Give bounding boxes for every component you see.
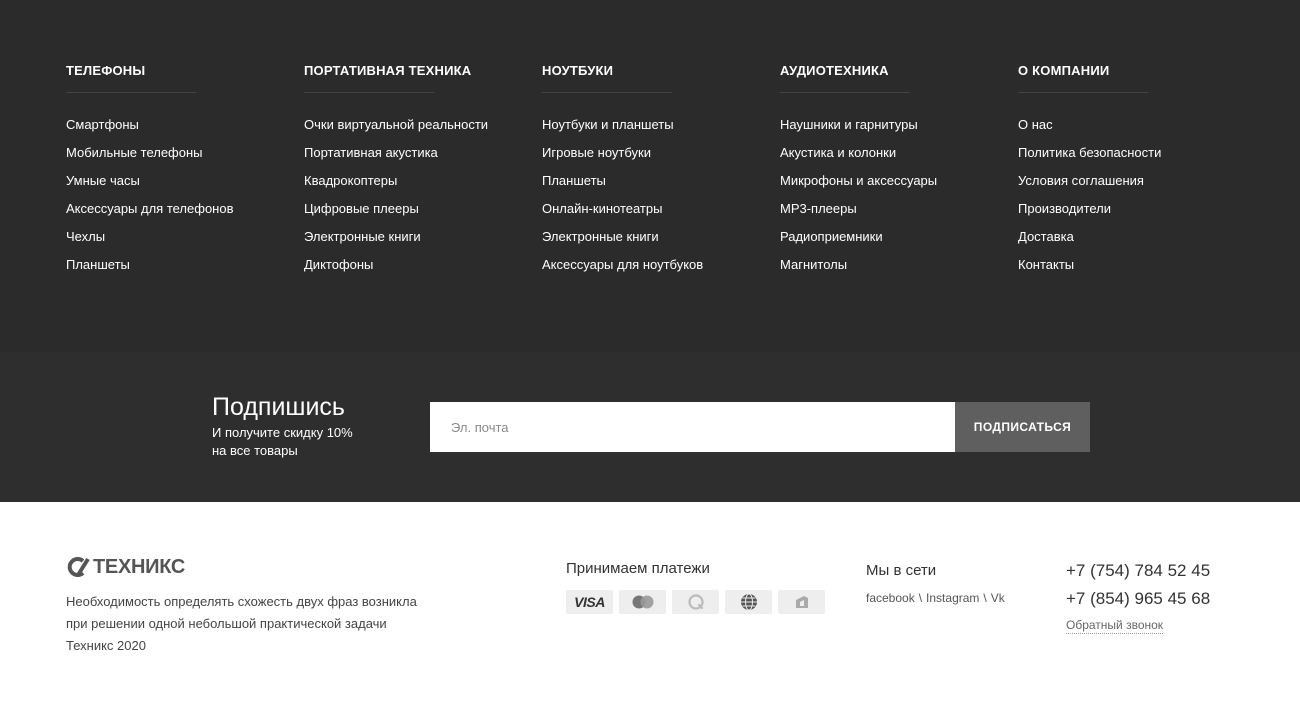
menu-link[interactable]: Планшеты [66, 251, 296, 279]
phone-number[interactable]: +7 (754) 784 52 45 [1066, 561, 1210, 581]
menu-link[interactable]: Онлайн-кинотеатры [542, 195, 772, 223]
menu-link[interactable]: Политика безопасности [1018, 139, 1248, 167]
subscribe-text-line: И получите скидку 10% [212, 425, 353, 440]
menu-divider [304, 92, 434, 93]
menu-divider [542, 92, 672, 93]
menu-link[interactable]: Аксессуары для ноутбуков [542, 251, 772, 279]
menu-link[interactable]: Игровые ноутбуки [542, 139, 772, 167]
copyright: Техникс 2020 [66, 638, 146, 653]
menu-link[interactable]: Очки виртуальной реальности [304, 111, 534, 139]
menu-link[interactable]: Смартфоны [66, 111, 296, 139]
menu-link[interactable]: Электронные книги [542, 223, 772, 251]
social-title: Мы в сети [866, 562, 937, 579]
about-line: при решении одной небольшой практической… [66, 616, 387, 631]
menu-link[interactable]: Микрофоны и аксессуары [780, 167, 1010, 195]
about-text: Необходимость определять схожесть двух ф… [66, 591, 486, 657]
social-separator: \ [983, 591, 987, 605]
mastercard-icon [619, 590, 666, 614]
menu-link[interactable]: Наушники и гарнитуры [780, 111, 1010, 139]
subscribe-button[interactable]: ПОДПИСАТЬСЯ [955, 402, 1090, 452]
menu-column-title: ТЕЛЕФОНЫ [66, 63, 146, 78]
menu-column-company: О КОМПАНИИ О нас Политика безопасности У… [1018, 63, 1248, 279]
menu-link[interactable]: Умные часы [66, 167, 296, 195]
phone-number[interactable]: +7 (854) 965 45 68 [1066, 589, 1210, 609]
menu-link[interactable]: Портативная акустика [304, 139, 534, 167]
menu-link[interactable]: Аксессуары для телефонов [66, 195, 296, 223]
yandex-money-icon [778, 590, 825, 614]
menu-link[interactable]: Контакты [1018, 251, 1248, 279]
logo-text: ТЕХНИКС [93, 556, 186, 578]
menu-link[interactable]: Планшеты [542, 167, 772, 195]
instagram-link[interactable]: Instagram [926, 591, 979, 605]
menu-column-audio: АУДИОТЕХНИКА Наушники и гарнитуры Акусти… [780, 63, 1010, 279]
visa-icon: VISA [566, 590, 613, 614]
social-links: facebook \ Instagram \ Vk [866, 590, 1005, 606]
subscribe-text-line: на все товары [212, 443, 298, 458]
payment-methods: VISA [566, 590, 825, 614]
menu-link[interactable]: Радиоприемники [780, 223, 1010, 251]
menu-link[interactable]: Мобильные телефоны [66, 139, 296, 167]
menu-link[interactable]: MP3-плееры [780, 195, 1010, 223]
menu-divider [66, 92, 196, 93]
email-input[interactable] [430, 402, 956, 452]
footer-menu: ТЕЛЕФОНЫ Смартфоны Мобильные телефоны Ум… [0, 0, 1300, 352]
menu-link[interactable]: Акустика и колонки [780, 139, 1010, 167]
subscribe-description: И получите скидку 10% на все товары [212, 424, 412, 460]
menu-link[interactable]: Условия соглашения [1018, 167, 1248, 195]
menu-divider [780, 92, 910, 93]
menu-column-title: АУДИОТЕХНИКА [780, 63, 889, 78]
social-separator: \ [918, 591, 923, 605]
logo[interactable]: ТЕХНИКС [66, 556, 185, 578]
subscribe-title: Подпишись [212, 393, 345, 421]
menu-column-portable: ПОРТАТИВНАЯ ТЕХНИКА Очки виртуальной реа… [304, 63, 534, 279]
menu-column-title: НОУТБУКИ [542, 63, 614, 78]
menu-link[interactable]: Квадрокоптеры [304, 167, 534, 195]
menu-column-title: ПОРТАТИВНАЯ ТЕХНИКА [304, 63, 472, 78]
callback-link[interactable]: Обратный звонок [1066, 618, 1164, 634]
about-line: Необходимость определять схожесть двух ф… [66, 594, 417, 609]
facebook-link[interactable]: facebook [866, 591, 915, 605]
menu-link[interactable]: Электронные книги [304, 223, 534, 251]
menu-link[interactable]: Цифровые плееры [304, 195, 534, 223]
qiwi-icon [672, 590, 719, 614]
menu-link[interactable]: Производители [1018, 195, 1248, 223]
vk-link[interactable]: Vk [991, 591, 1005, 605]
menu-link[interactable]: Диктофоны [304, 251, 534, 279]
visa-label: VISA [574, 594, 605, 610]
menu-column-title: О КОМПАНИИ [1018, 63, 1110, 78]
menu-link[interactable]: Ноутбуки и планшеты [542, 111, 772, 139]
menu-column-phones: ТЕЛЕФОНЫ Смартфоны Мобильные телефоны Ум… [66, 63, 296, 279]
menu-divider [1018, 92, 1148, 93]
logo-mark-icon [67, 557, 90, 577]
menu-column-laptops: НОУТБУКИ Ноутбуки и планшеты Игровые ноу… [542, 63, 772, 279]
menu-link[interactable]: Чехлы [66, 223, 296, 251]
payments-title: Принимаем платежи [566, 560, 710, 577]
menu-link[interactable]: О нас [1018, 111, 1248, 139]
webmoney-icon [725, 590, 772, 614]
subscribe-section: Подпишись И получите скидку 10% на все т… [0, 352, 1300, 502]
menu-link[interactable]: Магнитолы [780, 251, 1010, 279]
footer-bottom: ТЕХНИКС Необходимость определять схожест… [0, 502, 1300, 726]
menu-link[interactable]: Доставка [1018, 223, 1248, 251]
